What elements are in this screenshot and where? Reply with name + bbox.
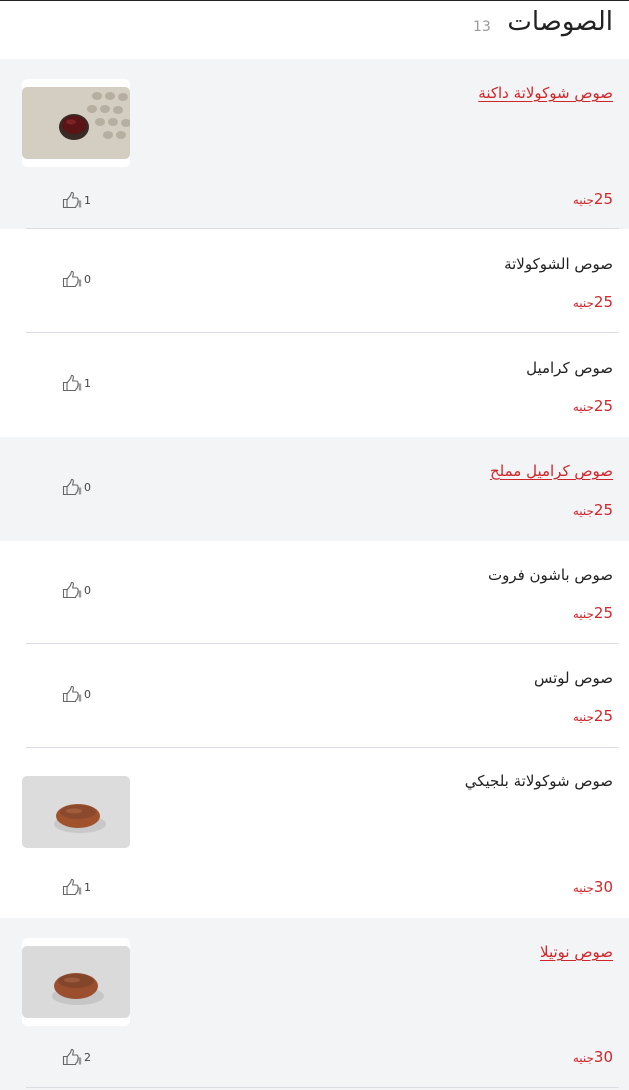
menu-item: صوص كراميل 25جنيه 1 [0, 333, 629, 437]
thumbs-up-icon [62, 270, 82, 288]
like-count: 0 [84, 272, 91, 286]
item-price: 25جنيه [572, 293, 613, 311]
menu-item: صوص شوكولاتة بلجيكي 30جنيه 1 [0, 748, 629, 918]
item-name[interactable]: صوص كراميل [526, 359, 613, 377]
item-price: 25جنيه [572, 501, 613, 519]
page-title: الصوصات [507, 7, 613, 37]
like-button[interactable]: 1 [62, 374, 91, 392]
thumbs-up-icon [62, 878, 82, 896]
dark-chocolate-sauce-photo [22, 87, 130, 159]
item-name[interactable]: صوص شوكولاتة بلجيكي [465, 772, 613, 790]
thumbs-up-icon [62, 478, 82, 496]
like-button[interactable]: 2 [62, 1048, 91, 1066]
item-name-link[interactable]: صوص شوكولاتة داكنة [478, 84, 613, 102]
like-count: 1 [84, 880, 91, 894]
like-count: 2 [84, 1050, 91, 1064]
item-price: 25جنيه [572, 397, 613, 415]
item-name[interactable]: صوص الشوكولاتة [504, 255, 613, 273]
like-button[interactable]: 1 [62, 878, 91, 896]
item-price: 30جنيه [572, 878, 613, 896]
thumbs-up-icon [62, 581, 82, 599]
nutella-sauce-photo [22, 946, 130, 1018]
menu-item: صوص نوتيلا 30جنيه 2 [0, 918, 629, 1090]
menu-item: صوص لوتس 25جنيه 0 [0, 644, 629, 748]
menu-item: صوص باشون فروت 25جنيه 0 [0, 541, 629, 644]
item-price: 25جنيه [572, 190, 613, 208]
item-photo-frame[interactable] [22, 79, 130, 167]
menu-item: صوص شوكولاتة داكنة 25جنيه 1 [0, 59, 629, 229]
belgian-chocolate-sauce-photo [22, 776, 130, 848]
like-button[interactable]: 0 [62, 270, 91, 288]
like-count: 0 [84, 480, 91, 494]
thumbs-up-icon [62, 1048, 82, 1066]
item-name-link[interactable]: صوص كراميل مملح [490, 462, 613, 480]
item-name-link[interactable]: صوص نوتيلا [540, 943, 613, 961]
like-button[interactable]: 0 [62, 581, 91, 599]
menu-item: صوص كراميل مملح 25جنيه 0 [0, 437, 629, 541]
like-button[interactable]: 1 [62, 191, 91, 209]
thumbs-up-icon [62, 374, 82, 392]
item-photo-frame[interactable] [22, 768, 130, 856]
like-count: 1 [84, 193, 91, 207]
like-count: 0 [84, 583, 91, 597]
item-name[interactable]: صوص لوتس [534, 669, 613, 687]
thumbs-up-icon [62, 191, 82, 209]
item-name[interactable]: صوص باشون فروت [488, 566, 613, 584]
item-price: 25جنيه [572, 707, 613, 725]
menu-item: صوص الشوكولاتة 25جنيه 0 [0, 229, 629, 333]
like-count: 0 [84, 687, 91, 701]
item-price: 25جنيه [572, 604, 613, 622]
item-count: 13 [473, 19, 491, 35]
item-photo-frame[interactable] [22, 938, 130, 1026]
category-header: الصوصات 13 [0, 1, 629, 59]
like-button[interactable]: 0 [62, 478, 91, 496]
like-count: 1 [84, 376, 91, 390]
item-divider [26, 1087, 619, 1088]
item-price: 30جنيه [572, 1048, 613, 1066]
thumbs-up-icon [62, 685, 82, 703]
like-button[interactable]: 0 [62, 685, 91, 703]
